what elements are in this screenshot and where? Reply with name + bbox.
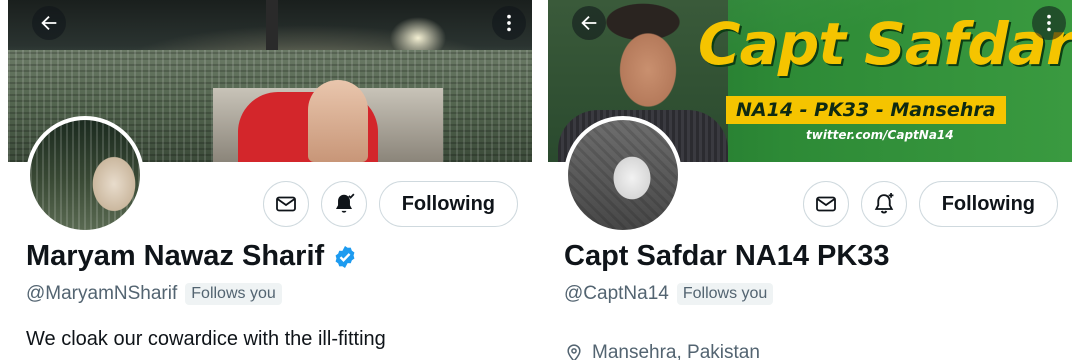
banner-light-tower: [266, 0, 278, 50]
verified-badge-icon: [335, 245, 355, 268]
avatar[interactable]: [26, 116, 144, 234]
envelope-icon: [275, 196, 296, 212]
location-pin-icon: [567, 344, 581, 360]
arrow-left-icon: [41, 15, 57, 31]
more-vertical-icon: [1047, 14, 1051, 32]
more-options-button[interactable]: [492, 6, 526, 40]
envelope-icon: [815, 196, 836, 212]
arrow-left-icon: [581, 15, 597, 31]
banner-url: twitter.com/CaptNa14: [806, 128, 954, 142]
banner-constituency: NA14 - PK33 - Mansehra: [726, 96, 1006, 124]
handle-row: @MaryamNSharif Follows you: [26, 283, 282, 305]
more-options-button[interactable]: [1032, 6, 1066, 40]
avatar[interactable]: [564, 116, 682, 234]
profile-actions: Following: [262, 181, 518, 227]
profile-location: Mansehra, Pakistan: [592, 342, 760, 360]
following-button[interactable]: Following: [378, 181, 518, 227]
follows-you-badge: Follows you: [185, 283, 282, 305]
name-row: Maryam Nawaz Sharif: [26, 240, 358, 273]
display-name: Maryam Nawaz Sharif: [26, 240, 325, 272]
location-row: Mansehra, Pakistan: [564, 342, 760, 360]
notifications-button[interactable]: [860, 181, 907, 227]
user-handle: @MaryamNSharif: [26, 283, 178, 304]
back-button[interactable]: [572, 6, 606, 40]
banner-title: Capt Safdar: [698, 10, 1072, 78]
message-button[interactable]: [262, 181, 309, 227]
bell-check-icon: [335, 193, 355, 213]
notifications-button[interactable]: [320, 181, 367, 227]
user-handle: @CaptNa14: [564, 283, 669, 304]
name-row: Capt Safdar NA14 PK33: [564, 240, 890, 273]
profile-bio: We cloak our cowardice with the ill-fitt…: [26, 328, 386, 350]
back-button[interactable]: [32, 6, 66, 40]
display-name: Capt Safdar NA14 PK33: [564, 240, 890, 272]
bell-plus-icon: [874, 192, 894, 214]
follows-you-badge: Follows you: [676, 283, 774, 305]
handle-row: @CaptNa14 Follows you: [564, 283, 774, 305]
profile-panel-maryam: Following Maryam Nawaz Sharif @MaryamNSh…: [0, 0, 540, 360]
more-vertical-icon: [507, 14, 511, 32]
message-button[interactable]: [802, 181, 849, 227]
following-button[interactable]: Following: [918, 181, 1058, 227]
banner-speaker-scarf: [308, 80, 368, 162]
profile-panel-safdar: Capt Safdar NA14 - PK33 - Mansehra twitt…: [540, 0, 1080, 360]
profile-actions: Following: [802, 181, 1058, 227]
